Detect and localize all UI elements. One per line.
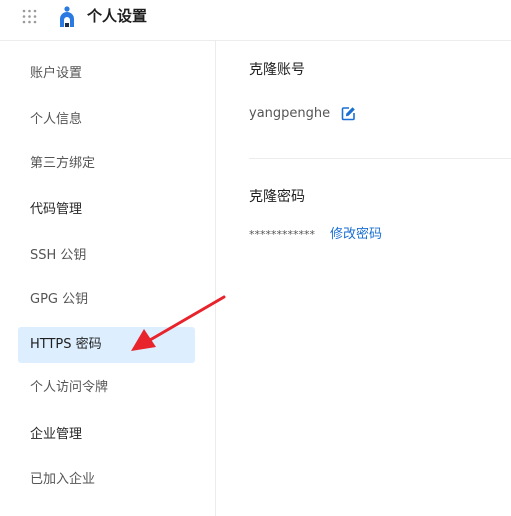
sidebar-item-code-management[interactable]: 代码管理 — [18, 192, 195, 228]
page-title: 个人设置 — [87, 7, 148, 25]
section-divider — [249, 158, 511, 159]
clone-account-title: 克隆账号 — [249, 62, 305, 78]
sidebar-item-account-settings[interactable]: 账户设置 — [18, 56, 195, 92]
sidebar-item-gpg-keys[interactable]: GPG 公钥 — [18, 282, 195, 318]
edit-icon[interactable] — [341, 106, 356, 121]
sidebar-item-personal-info[interactable]: 个人信息 — [18, 102, 195, 138]
clone-account-username: yangpenghe — [249, 106, 331, 121]
clone-password-title: 克隆密码 — [249, 189, 305, 205]
sidebar-item-joined-enterprises[interactable]: 已加入企业 — [18, 462, 195, 498]
top-bar: 个人设置 — [0, 0, 511, 41]
sidebar-item-third-party-binding[interactable]: 第三方绑定 — [18, 146, 195, 182]
masked-password: ************ — [249, 228, 315, 241]
sidebar-item-personal-access-token[interactable]: 个人访问令牌 — [18, 370, 195, 406]
app-logo-icon[interactable] — [58, 6, 76, 28]
sidebar-item-enterprise-management[interactable]: 企业管理 — [18, 417, 195, 453]
grid-menu-icon[interactable] — [22, 9, 37, 24]
sidebar-item-ssh-keys[interactable]: SSH 公钥 — [18, 238, 195, 274]
change-password-link[interactable]: 修改密码 — [330, 226, 382, 244]
main-content: 克隆账号 yangpenghe 克隆密码 ************ 修改密码 — [217, 41, 511, 516]
sidebar: 账户设置 个人信息 第三方绑定 代码管理 SSH 公钥 GPG 公钥 HTTPS… — [0, 41, 216, 516]
sidebar-item-https-password[interactable]: HTTPS 密码 — [18, 327, 195, 363]
